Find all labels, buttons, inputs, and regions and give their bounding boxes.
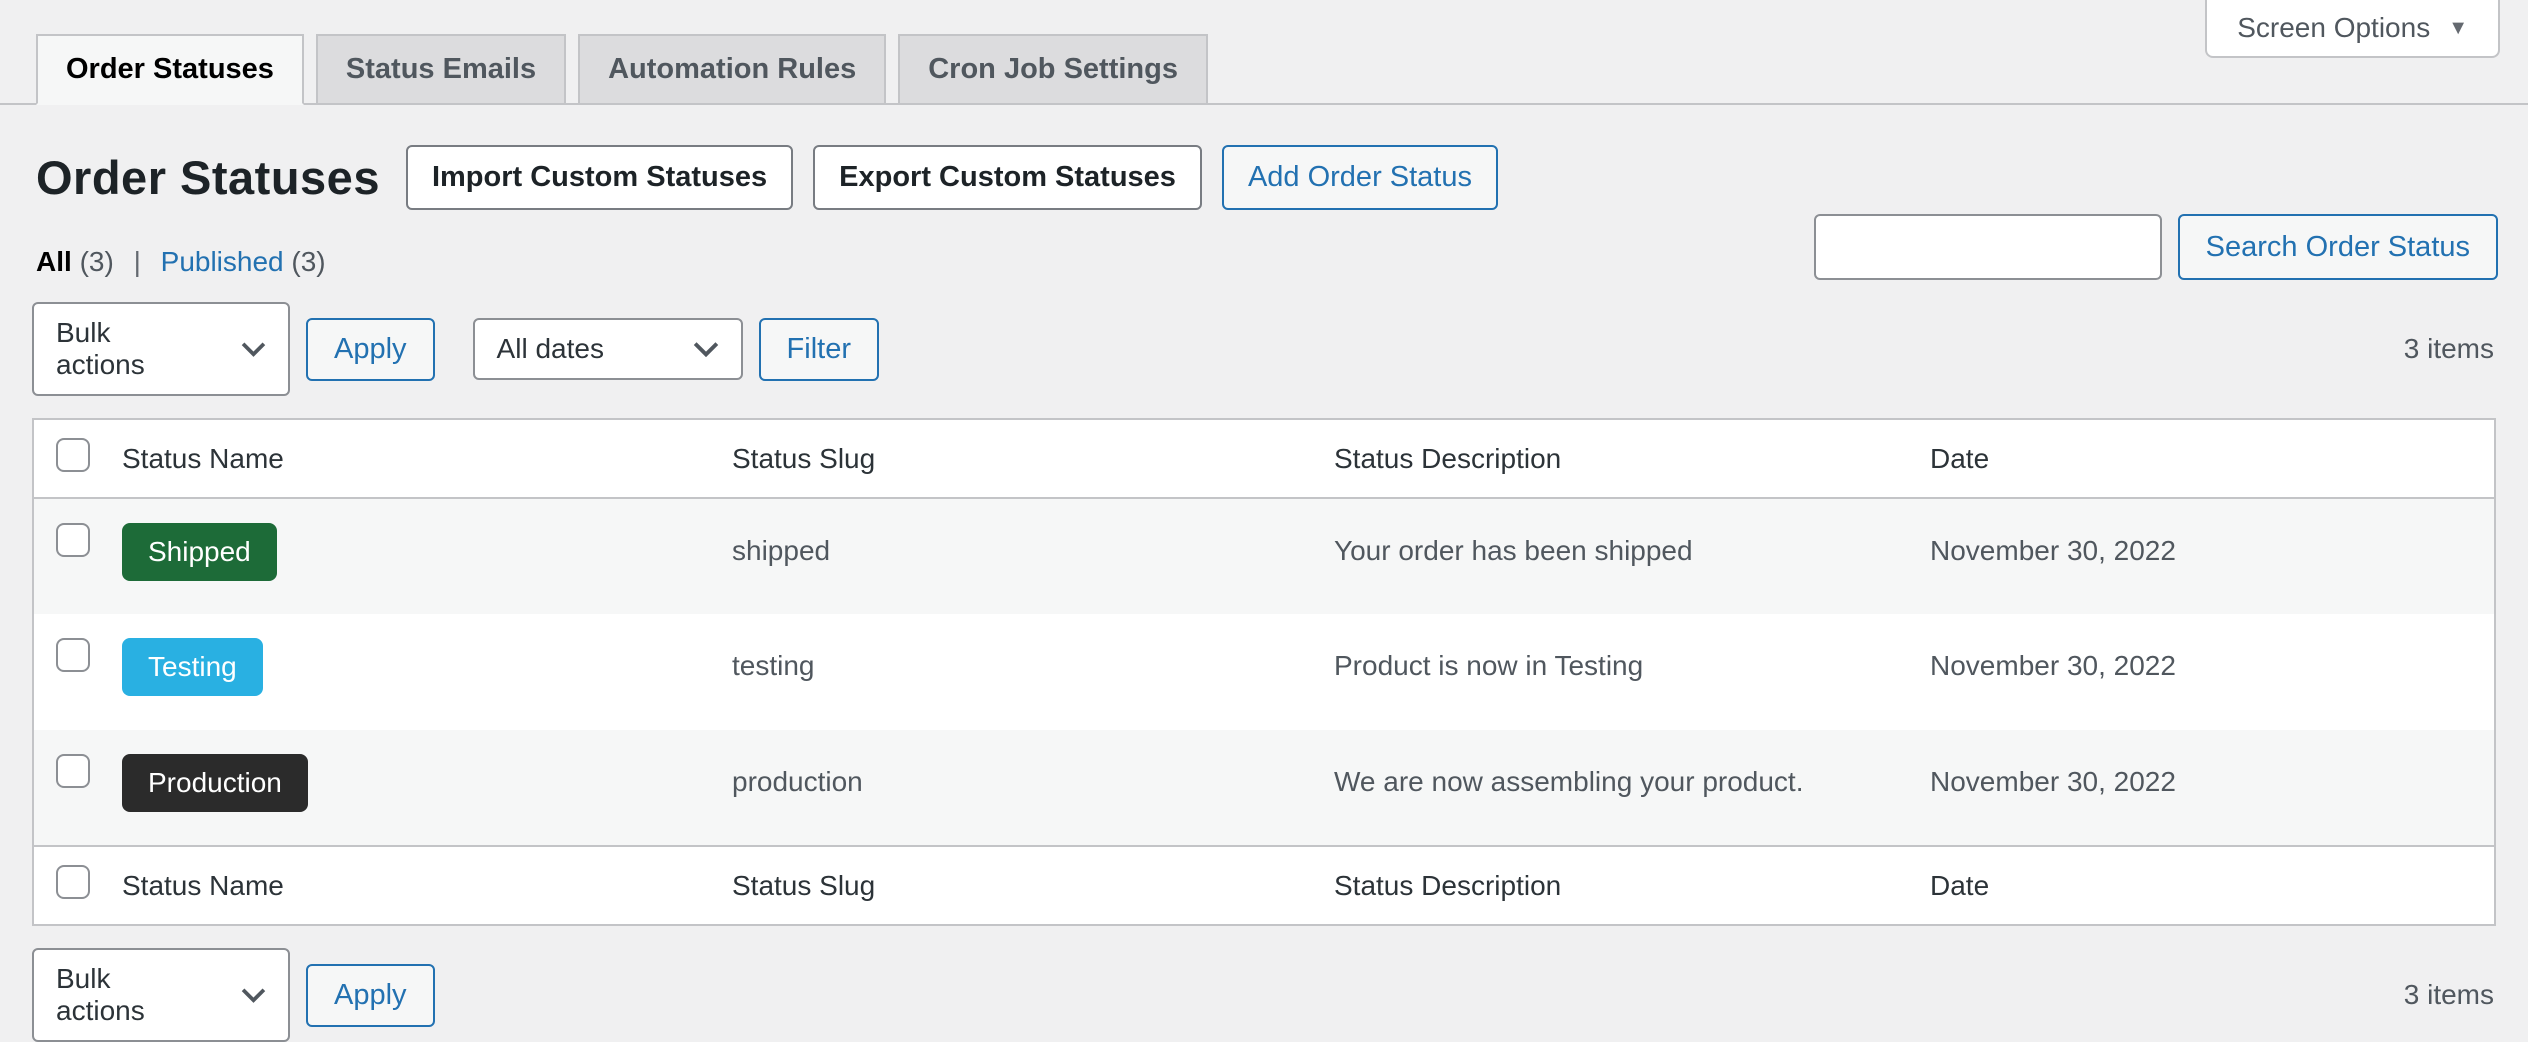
table-row: Shipped shipped Your order has been ship… — [33, 498, 2495, 614]
date-cell: November 30, 2022 — [1914, 498, 2495, 614]
status-slug-cell: testing — [716, 614, 1318, 730]
dates-selected-value: All dates — [497, 333, 604, 365]
date-cell: November 30, 2022 — [1914, 730, 2495, 846]
status-description-cell: Product is now in Testing — [1318, 614, 1914, 730]
view-all-count: (3) — [80, 246, 114, 277]
page-title: Order Statuses — [36, 150, 380, 205]
add-order-status-button[interactable]: Add Order Status — [1222, 145, 1498, 210]
search-input[interactable] — [1814, 214, 2162, 280]
export-custom-statuses-button[interactable]: Export Custom Statuses — [813, 145, 1202, 210]
chevron-down-icon — [241, 987, 266, 1003]
column-footer-status-name: Status Name — [106, 846, 716, 925]
filter-button[interactable]: Filter — [759, 318, 879, 381]
column-header-status-slug: Status Slug — [716, 419, 1318, 498]
row-checkbox[interactable] — [56, 754, 90, 788]
bulk-actions-selected-value: Bulk actions — [56, 963, 201, 1027]
nav-tab-bar: Order Statuses Status Emails Automation … — [0, 0, 2528, 105]
column-header-date: Date — [1914, 419, 2495, 498]
bulk-actions-select[interactable]: Bulk actions — [32, 302, 290, 396]
column-header-status-name: Status Name — [106, 419, 716, 498]
import-custom-statuses-button[interactable]: Import Custom Statuses — [406, 145, 793, 210]
status-badge[interactable]: Testing — [122, 638, 263, 696]
view-separator: | — [134, 246, 141, 277]
column-footer-status-slug: Status Slug — [716, 846, 1318, 925]
row-checkbox[interactable] — [56, 523, 90, 557]
apply-button-bottom[interactable]: Apply — [306, 964, 435, 1027]
chevron-down-icon: ▼ — [2448, 17, 2468, 40]
table-footer-row: Status Name Status Slug Status Descripti… — [33, 846, 2495, 925]
title-row: Order Statuses Import Custom Statuses Ex… — [32, 145, 2496, 210]
status-slug-cell: shipped — [716, 498, 1318, 614]
status-description-cell: Your order has been shipped — [1318, 498, 1914, 614]
items-count: 3 items — [2404, 333, 2496, 365]
view-published-link[interactable]: Published — [161, 246, 284, 277]
search-box: Search Order Status — [1814, 214, 2498, 280]
bulk-actions-select-bottom[interactable]: Bulk actions — [32, 948, 290, 1042]
column-footer-status-description: Status Description — [1318, 846, 1914, 925]
dates-filter-select[interactable]: All dates — [473, 318, 743, 380]
order-statuses-table: Status Name Status Slug Status Descripti… — [32, 418, 2496, 926]
status-description-cell: We are now assembling your product. — [1318, 730, 1914, 846]
bottom-toolbar: Bulk actions Apply 3 items — [32, 948, 2496, 1042]
chevron-down-icon — [241, 341, 266, 357]
table-row: Testing testing Product is now in Testin… — [33, 614, 2495, 730]
tab-cron-job-settings[interactable]: Cron Job Settings — [898, 34, 1208, 105]
screen-options-label: Screen Options — [2237, 12, 2430, 44]
tab-order-statuses[interactable]: Order Statuses — [36, 34, 304, 105]
select-all-checkbox[interactable] — [56, 438, 90, 472]
row-checkbox[interactable] — [56, 638, 90, 672]
tab-status-emails[interactable]: Status Emails — [316, 34, 566, 105]
view-published-count: (3) — [291, 246, 325, 277]
column-footer-date: Date — [1914, 846, 2495, 925]
search-order-status-button[interactable]: Search Order Status — [2178, 214, 2498, 280]
column-header-status-description: Status Description — [1318, 419, 1914, 498]
apply-button[interactable]: Apply — [306, 318, 435, 381]
view-all-link[interactable]: All — [36, 246, 72, 277]
status-slug-cell: production — [716, 730, 1318, 846]
table-header-row: Status Name Status Slug Status Descripti… — [33, 419, 2495, 498]
select-all-checkbox[interactable] — [56, 865, 90, 899]
chevron-down-icon — [693, 341, 719, 357]
bulk-actions-selected-value: Bulk actions — [56, 317, 201, 381]
top-toolbar: Bulk actions Apply All dates Filter 3 it… — [32, 302, 2496, 396]
items-count: 3 items — [2404, 979, 2496, 1011]
status-badge[interactable]: Production — [122, 754, 308, 812]
status-badge[interactable]: Shipped — [122, 523, 277, 581]
table-row: Production production We are now assembl… — [33, 730, 2495, 846]
date-cell: November 30, 2022 — [1914, 614, 2495, 730]
tab-automation-rules[interactable]: Automation Rules — [578, 34, 886, 105]
screen-options-button[interactable]: Screen Options ▼ — [2205, 0, 2500, 58]
